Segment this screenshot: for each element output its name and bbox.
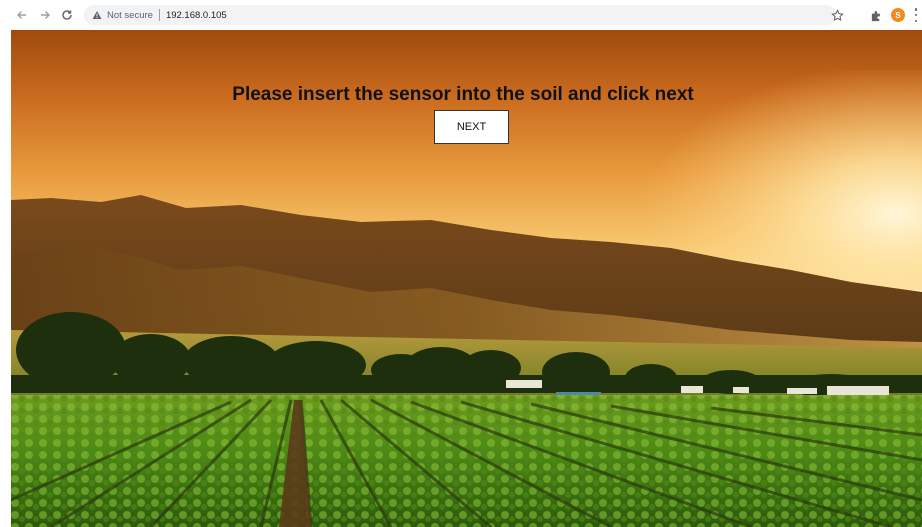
url-text[interactable]: 192.168.0.105 [166,10,227,21]
vertical-dots-icon[interactable] [913,8,919,22]
profile-avatar[interactable]: S [891,8,905,22]
puzzle-icon[interactable] [869,8,883,22]
page-title: Please insert the sensor into the soil a… [232,84,694,105]
page-viewport: Please insert the sensor into the soil a… [0,30,922,527]
warning-triangle-icon[interactable] [92,10,102,20]
browser-toolbar: Not secure 192.168.0.105 S [0,0,922,30]
address-bar[interactable]: Not secure 192.168.0.105 [84,5,844,25]
address-divider [158,9,160,21]
next-button[interactable]: NEXT [434,110,509,144]
star-icon[interactable] [830,8,844,22]
reload-icon[interactable] [59,7,75,23]
arrow-left-icon[interactable] [14,7,30,23]
arrow-right-icon[interactable] [37,7,53,23]
security-status-label[interactable]: Not secure [107,10,153,21]
